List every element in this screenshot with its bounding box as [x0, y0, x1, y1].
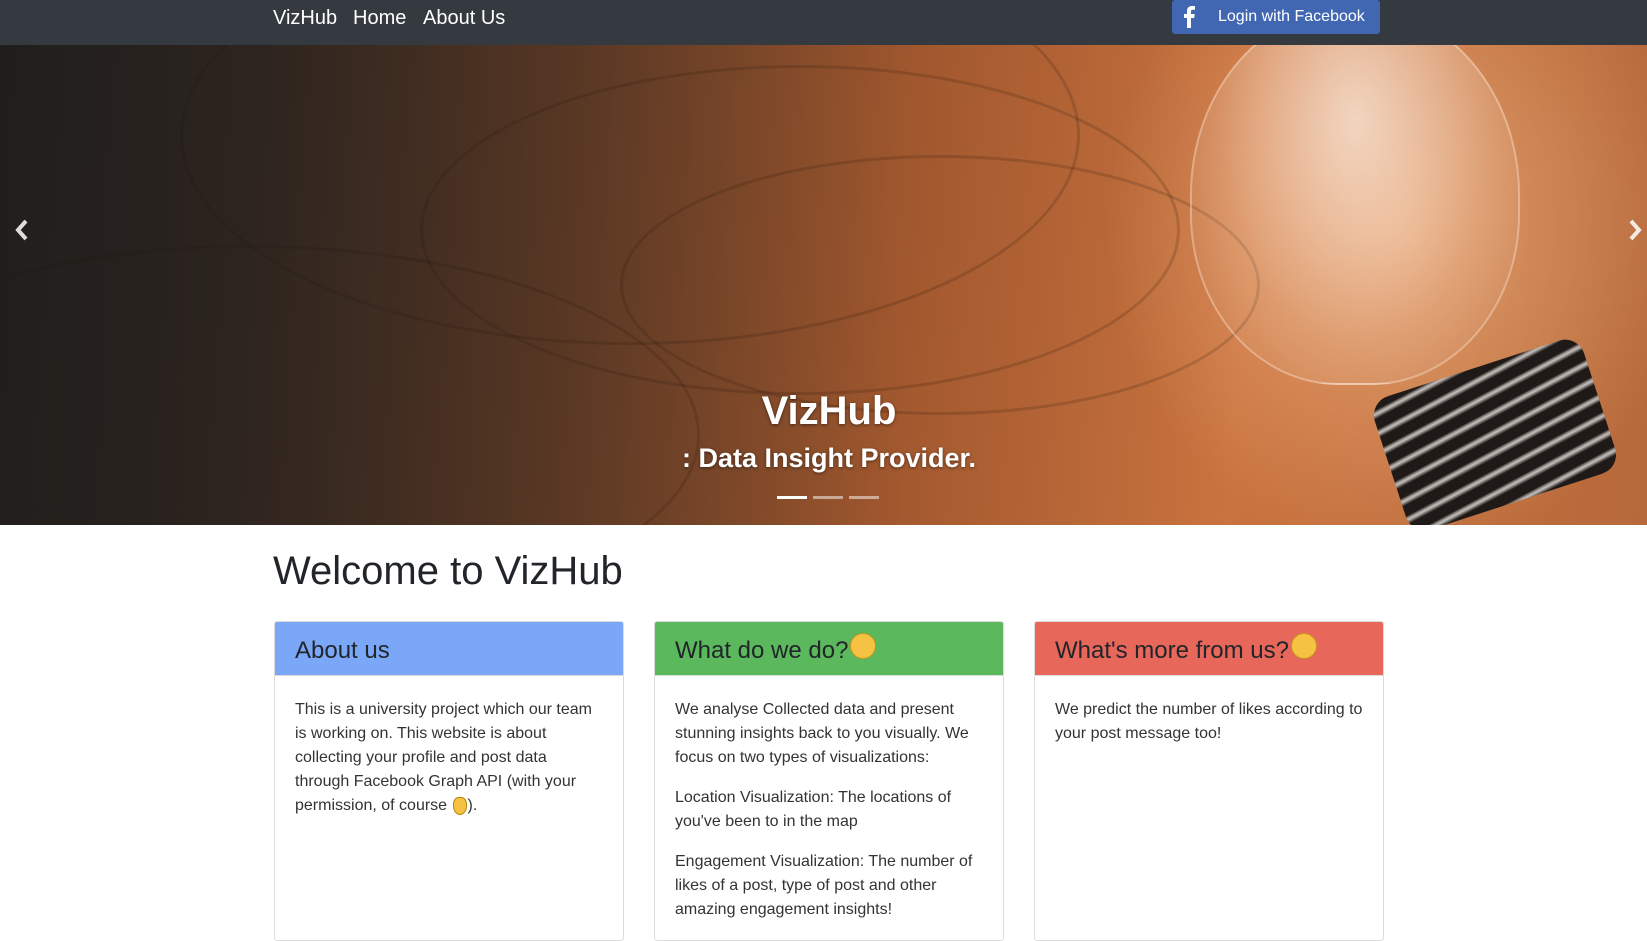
card-what-we-do: What do we do? We analyse Collected data…: [654, 621, 1004, 941]
carousel-indicator[interactable]: [813, 496, 843, 499]
grinning-face-icon: [1290, 632, 1317, 659]
card-paragraph: This is a university project which our t…: [295, 698, 603, 818]
login-facebook-button[interactable]: Login with Facebook: [1172, 0, 1380, 34]
card-paragraph: Location Visualization: The locations of…: [675, 789, 952, 830]
top-navbar: VizHub Home About Us Login with Facebook: [0, 0, 1647, 45]
nav-about-link[interactable]: About Us: [423, 7, 505, 30]
card-header: What do we do?: [655, 622, 1003, 676]
hero-carousel: VizHub : Data Insight Provider.: [0, 45, 1647, 525]
chevron-right-icon: [1629, 219, 1642, 241]
carousel-prev-button[interactable]: [2, 205, 42, 255]
brand-link[interactable]: VizHub: [273, 7, 337, 30]
card-paragraph: We analyse Collected data and present st…: [675, 701, 969, 766]
card-body: This is a university project which our t…: [275, 676, 623, 818]
card-about-us: About us This is a university project wh…: [274, 621, 624, 941]
card-paragraph: Engagement Visualization: The number of …: [675, 853, 973, 918]
nav-home-link[interactable]: Home: [353, 7, 406, 30]
card-header: What's more from us?: [1035, 622, 1383, 676]
card-text: ).: [467, 797, 478, 814]
thinking-face-icon: [850, 632, 877, 659]
ok-hand-icon: [452, 796, 467, 815]
hero-subtitle: : Data Insight Provider.: [681, 443, 977, 473]
chevron-left-icon: [15, 219, 28, 241]
card-whats-more: What's more from us? We predict the numb…: [1034, 621, 1384, 941]
carousel-indicators: [777, 496, 879, 499]
carousel-next-button[interactable]: [1615, 205, 1647, 255]
page-title: Welcome to VizHub: [273, 549, 623, 593]
card-title: What's more from us?: [1055, 636, 1289, 664]
facebook-icon: [1172, 0, 1206, 34]
card-text: This is a university project which our t…: [295, 701, 592, 814]
hero-title: VizHub: [761, 389, 897, 433]
carousel-indicator[interactable]: [777, 496, 807, 499]
card-body: We predict the number of likes according…: [1035, 676, 1383, 746]
card-title: About us: [295, 636, 390, 664]
card-title: What do we do?: [675, 636, 849, 664]
card-header: About us: [275, 622, 623, 676]
light-bulb-image: [1190, 45, 1520, 385]
card-body: We analyse Collected data and present st…: [655, 676, 1003, 922]
card-paragraph: We predict the number of likes according…: [1055, 701, 1363, 742]
login-button-label: Login with Facebook: [1218, 8, 1365, 25]
carousel-indicator[interactable]: [849, 496, 879, 499]
